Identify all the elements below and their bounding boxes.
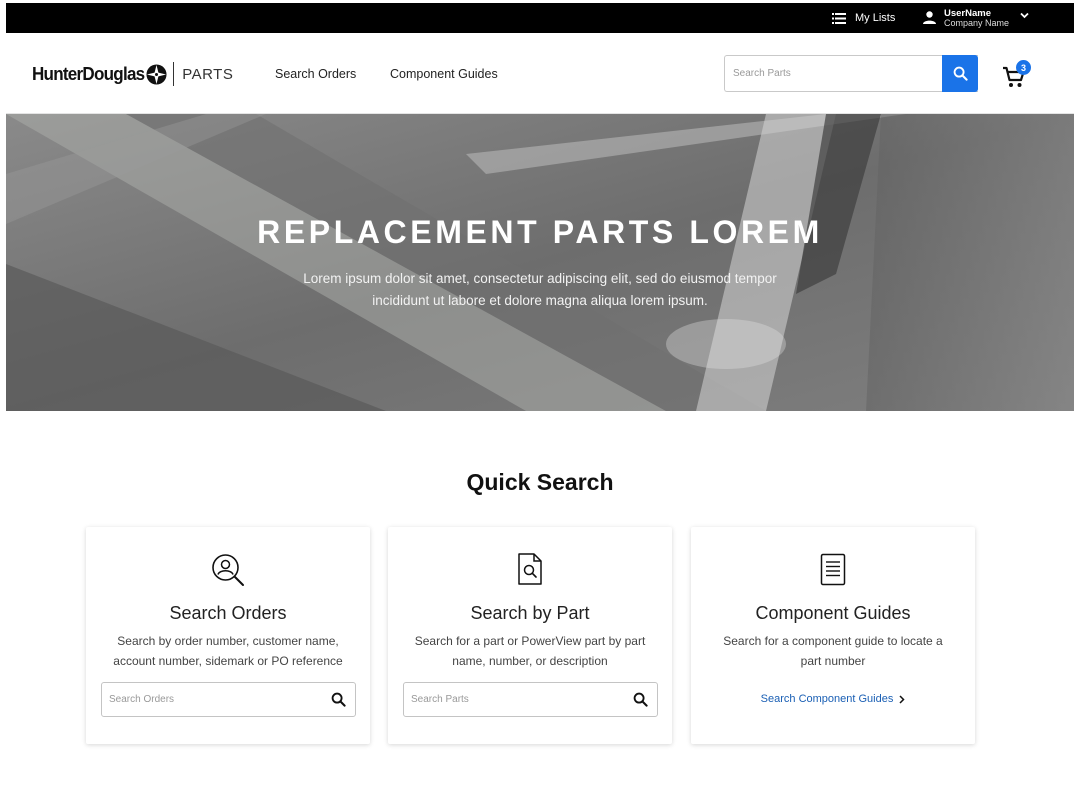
- document-search-icon: [518, 553, 542, 585]
- card-description: Search for a component guide to locate a…: [723, 634, 943, 668]
- card-title: Component Guides: [755, 603, 911, 623]
- chevron-right-icon: [899, 694, 905, 704]
- nav-search-orders[interactable]: Search Orders: [275, 67, 356, 81]
- search-orders-input[interactable]: [102, 683, 355, 716]
- search-component-guides-link[interactable]: Search Component Guides: [691, 693, 975, 705]
- utility-bar: My Lists UserName Company Name: [6, 3, 1074, 33]
- component-guides-card: Component Guides Search for a component …: [691, 527, 975, 744]
- search-icon[interactable]: [331, 692, 346, 707]
- quick-search-heading: Quick Search: [466, 469, 614, 495]
- header-search-input[interactable]: [725, 56, 978, 91]
- cart-button[interactable]: 3: [1002, 60, 1032, 91]
- header-search-button[interactable]: [942, 55, 978, 92]
- search-parts-box: [403, 682, 658, 717]
- card-title: Search Orders: [169, 603, 287, 623]
- hero-background-image: [6, 114, 1074, 411]
- person-icon: [923, 11, 936, 24]
- nav-component-guides[interactable]: Component Guides: [390, 67, 498, 81]
- search-by-part-card: Search by Part Search for a part or Powe…: [388, 527, 672, 744]
- list-icon: [832, 12, 846, 24]
- company-name: Company Name: [944, 18, 1010, 28]
- person-search-icon: [212, 554, 244, 586]
- brand-wordmark: HunterDouglas: [32, 63, 145, 84]
- my-lists-link[interactable]: My Lists: [832, 3, 895, 33]
- header-search-box: [724, 55, 978, 92]
- main-header: HunterDouglas PARTS Search Orders Compon…: [6, 33, 1074, 114]
- search-orders-box: [101, 682, 356, 717]
- card-title: Search by Part: [470, 603, 590, 623]
- hero-banner: REPLACEMENT PARTS LOREM Lorem ipsum dolo…: [6, 114, 1074, 411]
- page: My Lists UserName Company Name HunterDou…: [6, 3, 1074, 791]
- my-lists-label: My Lists: [855, 12, 896, 24]
- hero-subtitle: Lorem ipsum dolor sit amet, consectetur …: [303, 271, 777, 308]
- search-parts-input[interactable]: [404, 683, 657, 716]
- link-label: Search Component Guides: [760, 693, 894, 705]
- card-icon-wrap: [691, 553, 975, 589]
- search-orders-card: Search Orders Search by order number, cu…: [86, 527, 370, 744]
- hunter-douglas-mark-icon: [146, 63, 167, 85]
- cart-count-badge: 3: [1016, 60, 1031, 75]
- hero-title: REPLACEMENT PARTS LOREM: [257, 214, 823, 250]
- card-description: Search for a part or PowerView part by p…: [414, 634, 646, 668]
- logo-divider: [173, 62, 175, 86]
- search-icon: [953, 66, 968, 81]
- card-description: Search by order number, customer name, a…: [113, 634, 343, 668]
- chevron-down-icon: [1020, 12, 1029, 19]
- card-icon-wrap: [86, 553, 370, 589]
- search-icon[interactable]: [633, 692, 648, 707]
- brand-logo[interactable]: HunterDouglas PARTS: [32, 61, 233, 87]
- parts-label: PARTS: [182, 65, 234, 83]
- document-icon: [820, 553, 846, 586]
- card-icon-wrap: [388, 553, 672, 589]
